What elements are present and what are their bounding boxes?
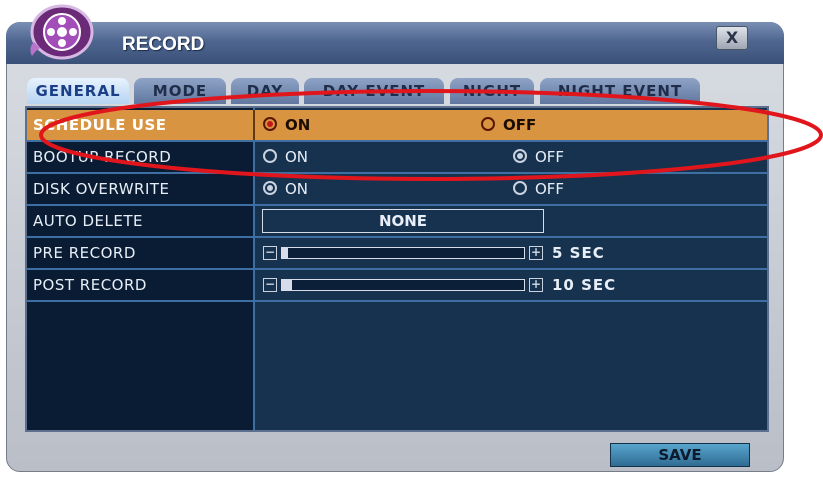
post-record-label: POST RECORD: [33, 276, 147, 294]
auto-delete-select[interactable]: NONE: [262, 209, 544, 233]
dialog-title: RECORD: [122, 34, 205, 55]
row-post-record[interactable]: POST RECORD − + 10 SEC: [27, 270, 767, 302]
post-record-increase-button[interactable]: +: [529, 278, 543, 292]
post-record-decrease-button[interactable]: −: [263, 278, 277, 292]
highlight-ellipse-annotation: [39, 89, 823, 181]
pre-record-decrease-button[interactable]: −: [263, 246, 277, 260]
pre-record-slider[interactable]: [281, 247, 525, 259]
pre-record-fill: [282, 248, 288, 258]
post-record-value: 10 SEC: [552, 276, 617, 294]
row-auto-delete[interactable]: AUTO DELETE NONE: [27, 206, 767, 238]
close-button[interactable]: X: [716, 26, 748, 50]
post-record-slider[interactable]: [281, 279, 525, 291]
pre-record-increase-button[interactable]: +: [529, 246, 543, 260]
save-button[interactable]: SAVE: [610, 443, 750, 467]
pre-record-label: PRE RECORD: [33, 244, 136, 262]
post-record-fill: [282, 280, 292, 290]
row-pre-record[interactable]: PRE RECORD − + 5 SEC: [27, 238, 767, 270]
auto-delete-label: AUTO DELETE: [33, 212, 143, 230]
film-reel-icon: [30, 4, 94, 60]
pre-record-value: 5 SEC: [552, 244, 605, 262]
